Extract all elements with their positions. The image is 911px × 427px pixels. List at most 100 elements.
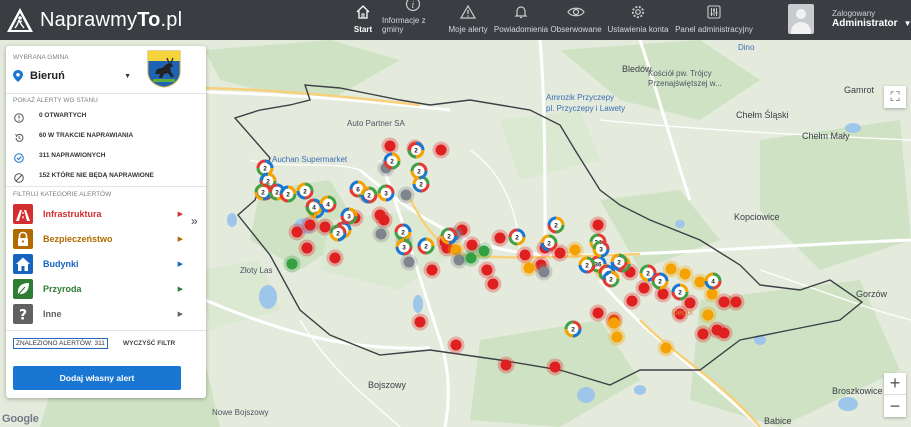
alert-marker-green[interactable] (283, 255, 301, 273)
alert-marker-orange[interactable] (566, 241, 584, 259)
alert-cluster[interactable]: 4 (704, 272, 722, 290)
alert-marker-red[interactable] (423, 261, 441, 279)
alert-marker-red[interactable] (411, 313, 429, 331)
alert-cluster[interactable]: 2 (254, 183, 272, 201)
alert-cluster[interactable]: 3 (395, 238, 413, 256)
alert-cluster[interactable]: 2 (360, 186, 378, 204)
alert-cluster[interactable]: 2 (440, 227, 458, 245)
alert-marker-red[interactable] (715, 324, 733, 342)
alert-marker-grey[interactable] (400, 253, 418, 271)
status-filter-2[interactable]: 60 W TRAKCIE NAPRAWIANIA (14, 130, 133, 142)
nav-item-7[interactable]: Panel administracyjny (674, 0, 754, 40)
alert-cluster[interactable]: 2 (651, 272, 669, 290)
nav-item-3[interactable]: Moje alerty (444, 0, 492, 40)
user-menu[interactable]: Zalogowany Administrator ▼ (788, 4, 911, 34)
category-filter-3[interactable]: Budynki ▶ (13, 253, 183, 275)
alert-cluster[interactable]: 2 (508, 228, 526, 246)
alert-cluster[interactable]: 2 (578, 256, 596, 274)
alert-cluster[interactable]: 4 (305, 198, 323, 216)
alert-marker-red[interactable] (589, 216, 607, 234)
alert-marker-grey[interactable] (397, 186, 415, 204)
alert-cluster[interactable]: 2 (407, 141, 425, 159)
gmina-select[interactable]: Bieruń ▼ (13, 70, 131, 82)
zoom-out-button[interactable]: − (884, 395, 906, 417)
alert-marker-orange[interactable] (605, 314, 623, 332)
alert-cluster[interactable]: 2 (417, 237, 435, 255)
alert-cluster[interactable]: 2 (329, 224, 347, 242)
alert-marker-orange[interactable] (608, 328, 626, 346)
category-label: Inne (43, 309, 62, 319)
collapse-panel-icon[interactable]: » (191, 214, 198, 228)
category-filter-4[interactable]: Przyroda ▶ (13, 278, 183, 300)
alert-marker-red[interactable] (301, 216, 319, 234)
cluster-count: 4 (326, 202, 330, 209)
nav-item-4[interactable]: Powiadomienia (492, 0, 550, 40)
alert-marker-orange[interactable] (699, 306, 717, 324)
alert-marker-red[interactable] (432, 141, 450, 159)
alert-cluster[interactable]: 2 (547, 216, 565, 234)
alert-cluster[interactable]: 2 (540, 234, 558, 252)
map-place-label: Gamrot (844, 85, 875, 95)
info-icon: i (404, 0, 422, 12)
alert-cluster[interactable]: 2 (279, 185, 297, 203)
chevron-right-icon: ▶ (177, 261, 183, 268)
alert-cluster[interactable]: 2 (410, 162, 428, 180)
alert-cluster[interactable]: 3 (377, 184, 395, 202)
category-filter-2[interactable]: Bezpieczeństwo ▶ (13, 228, 183, 250)
alert-cluster[interactable]: 2 (383, 152, 401, 170)
alert-marker-grey[interactable] (372, 225, 390, 243)
alert-cluster[interactable]: 2 (564, 320, 582, 338)
status-filter-1[interactable]: 0 OTWARTYCH (14, 110, 86, 123)
main-nav: Start i Informacje z gminy Moje alerty Powia… (344, 0, 754, 40)
cluster-count: 3 (402, 245, 406, 252)
map-place-label: Broszkowice (832, 386, 883, 396)
alert-marker-red[interactable] (326, 249, 344, 267)
alert-cluster[interactable]: 3 (592, 240, 610, 258)
cluster-count: 2 (390, 159, 394, 166)
alert-cluster[interactable]: 4 (319, 195, 337, 213)
divider (6, 186, 206, 187)
alert-marker-red[interactable] (381, 137, 399, 155)
nav-item-2[interactable]: i Informacje z gminy (382, 0, 444, 40)
zoom-in-button[interactable]: + (884, 373, 906, 395)
app-logo[interactable]: NaprawmyTo.pl (0, 6, 300, 34)
svg-text:?: ? (19, 308, 27, 323)
alert-marker-green[interactable] (462, 249, 480, 267)
alert-cluster[interactable]: 2 (602, 270, 620, 288)
alert-marker-red[interactable] (491, 229, 509, 247)
alert-marker-grey[interactable] (535, 263, 553, 281)
fullscreen-button[interactable]: ⛶ (884, 86, 906, 108)
alert-marker-red[interactable] (371, 206, 389, 224)
alert-cluster[interactable]: 2 (610, 253, 628, 271)
status-filter-3[interactable]: 311 NAPRAWIONYCH (14, 150, 105, 163)
map-place-label: pl. Przyczepy i Lawety (546, 104, 626, 113)
alert-marker-red[interactable] (635, 279, 653, 297)
clear-filter-button[interactable]: WYCZYŚĆ FILTR (123, 340, 175, 347)
add-alert-button[interactable]: Dodaj własny alert (13, 366, 181, 390)
found-alerts-count[interactable]: ZNALEZIONO ALERTÓW: 311 (13, 338, 108, 349)
cluster-count: 2 (261, 190, 265, 197)
category-filter-5[interactable]: ? Inne ▶ (13, 303, 183, 325)
alert-cluster[interactable]: 2 (671, 283, 689, 301)
alert-marker-red[interactable] (497, 356, 515, 374)
alert-marker-red[interactable] (484, 275, 502, 293)
category-filter-1[interactable]: Infrastruktura ▶ (13, 203, 183, 225)
alert-marker-orange[interactable] (520, 259, 538, 277)
nav-item-1[interactable]: Start (344, 0, 382, 40)
alert-marker-red[interactable] (727, 293, 745, 311)
alert-marker-orange[interactable] (657, 339, 675, 357)
alert-marker-red[interactable] (589, 304, 607, 322)
nav-item-6[interactable]: Ustawienia konta (602, 0, 674, 40)
nav-item-5[interactable]: Obserwowane (550, 0, 602, 40)
alert-cluster[interactable]: 2 (296, 182, 314, 200)
alert-marker-red[interactable] (623, 292, 641, 310)
cluster-count: 6 (356, 187, 360, 194)
alert-marker-red[interactable] (298, 239, 316, 257)
alert-cluster[interactable]: 2 (394, 223, 412, 241)
alert-cluster[interactable]: 3 (340, 207, 358, 225)
alert-marker-orange[interactable] (676, 265, 694, 283)
alert-marker-red[interactable] (546, 358, 564, 376)
status-filter-4[interactable]: 152 KTÓRE NIE BĘDĄ NAPRAWIONE (14, 170, 154, 183)
chevron-right-icon: ▶ (177, 236, 183, 243)
alert-marker-red[interactable] (447, 336, 465, 354)
